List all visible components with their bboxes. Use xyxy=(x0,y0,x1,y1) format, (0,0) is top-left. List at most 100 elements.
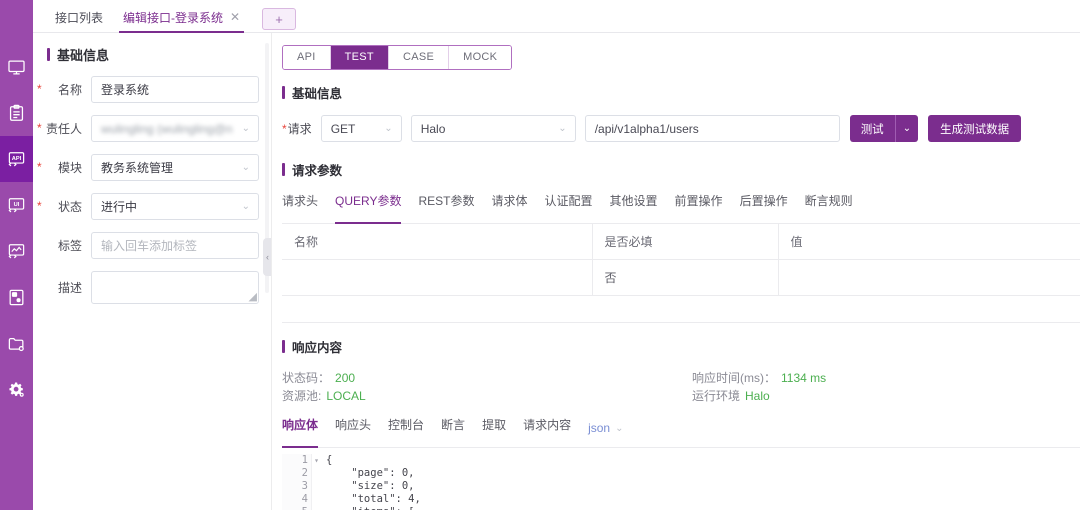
test-dropdown-button[interactable]: ⌄ xyxy=(894,115,919,142)
resource-pool-label: 资源池: xyxy=(282,389,322,403)
param-tab-post-script[interactable]: 后置操作 xyxy=(740,192,788,216)
name-input[interactable]: 登录系统 xyxy=(91,76,259,103)
run-environment-label: 运行环境 xyxy=(692,389,741,403)
response-tab-console[interactable]: 控制台 xyxy=(388,416,424,440)
window-tab-strip: 接口列表 编辑接口-登录系统 ✕ + xyxy=(33,0,1080,33)
form-row-tags: 标签 输入回车添加标签 xyxy=(33,232,271,259)
column-header-value: 值 xyxy=(778,224,1080,260)
mode-segmented-control: API TEST CASE MOCK xyxy=(282,45,513,70)
status-select[interactable]: 进行中 ⌄ xyxy=(91,193,259,220)
url-input[interactable]: /api/v1alpha1/users xyxy=(584,115,840,142)
fold-arrow-icon[interactable]: ▾ xyxy=(314,506,319,510)
cell-required[interactable]: 否 xyxy=(592,259,779,296)
code-line: { xyxy=(326,454,333,466)
app-root: API UI 接口列表 编辑接口-登录系统 ✕ + 基础信息 * 名称 登录系统… xyxy=(0,0,1080,510)
response-meta: 状态码： 200 资源池: LOCAL 响应时间(ms)： 1134 ms 运行… xyxy=(282,369,1080,405)
response-meta-right: 响应时间(ms)： 1134 ms 运行环境 Halo xyxy=(692,369,1080,405)
params-table: 名称 是否必填 值 否 xyxy=(282,224,1080,296)
window-tab-label: 编辑接口-登录系统 xyxy=(123,10,224,25)
status-code-line: 状态码： 200 xyxy=(282,369,692,387)
resource-pool-line: 资源池: LOCAL xyxy=(282,387,692,405)
window-tab-label: 接口列表 xyxy=(55,10,104,25)
owner-select-value: wulingling (wulingling@n xyxy=(101,121,233,136)
fold-arrow-icon[interactable]: ▾ xyxy=(314,454,319,467)
description-textarea[interactable]: ◢ xyxy=(91,271,259,304)
label-module: 模块 xyxy=(33,159,91,176)
response-tab-request[interactable]: 请求内容 xyxy=(523,416,571,440)
label-tags: 标签 xyxy=(57,239,82,253)
chart-icon xyxy=(7,242,26,261)
method-select[interactable]: GET ⌄ xyxy=(320,115,402,142)
form-row-module: 模块 教务系统管理 ⌄ xyxy=(33,154,271,181)
nav-performance[interactable] xyxy=(0,228,33,274)
response-time-value: 1134 ms xyxy=(781,371,827,385)
form-row-status: 状态 进行中 ⌄ xyxy=(33,193,271,220)
response-tab-body[interactable]: 响应体 xyxy=(282,416,319,448)
nav-project[interactable] xyxy=(0,320,33,366)
table-row[interactable]: 否 xyxy=(282,259,1080,296)
nav-monitor[interactable] xyxy=(0,44,33,90)
folder-icon xyxy=(7,334,26,353)
response-tab-assertions[interactable]: 断言 xyxy=(441,416,465,440)
form-row-description: 描述 ◢ xyxy=(33,271,271,304)
cell-name[interactable] xyxy=(282,259,593,296)
tab-api[interactable]: API xyxy=(283,46,331,69)
code-line-numbers: 1▾ 2 3 4 5▾ 6▾ 7▾ xyxy=(282,454,319,510)
tab-case[interactable]: CASE xyxy=(388,46,450,69)
code-line: "items": [ xyxy=(326,506,459,510)
response-meta-left: 状态码： 200 资源池: LOCAL xyxy=(282,369,692,405)
window-tab-edit-api[interactable]: 编辑接口-登录系统 ✕ xyxy=(113,1,250,33)
response-format-select[interactable]: json ⌄ xyxy=(588,421,623,435)
status-code-value: 200 xyxy=(335,371,356,385)
nav-report[interactable] xyxy=(0,274,33,320)
tags-input-placeholder: 输入回车添加标签 xyxy=(101,239,198,253)
param-tab-body[interactable]: 请求体 xyxy=(492,192,528,216)
label-name: 名称 xyxy=(33,81,91,98)
tab-test[interactable]: TEST xyxy=(330,46,389,69)
test-button[interactable]: 测试 xyxy=(849,115,895,142)
nav-clipboard[interactable] xyxy=(0,90,33,136)
line-number: 2 xyxy=(301,467,308,479)
response-tab-headers[interactable]: 响应头 xyxy=(335,416,371,440)
response-tab-extract[interactable]: 提取 xyxy=(482,416,506,440)
param-tab-query[interactable]: QUERY参数 xyxy=(335,192,402,224)
tab-mock[interactable]: MOCK xyxy=(449,46,512,69)
window-tab-api-list[interactable]: 接口列表 xyxy=(45,1,113,33)
environment-select[interactable]: Halo ⌄ xyxy=(410,115,576,142)
code-line: "page": 0, xyxy=(326,467,415,479)
settings-icon xyxy=(7,380,26,399)
param-tab-headers[interactable]: 请求头 xyxy=(282,192,318,216)
nav-ui[interactable]: UI xyxy=(0,182,33,228)
label-owner: 责任人 xyxy=(33,120,91,137)
owner-select[interactable]: wulingling (wulingling@n ⌄ xyxy=(91,115,259,142)
param-tab-pre-script[interactable]: 前置操作 xyxy=(675,192,723,216)
param-tab-other[interactable]: 其他设置 xyxy=(610,192,658,216)
nav-settings[interactable] xyxy=(0,366,33,412)
response-code-viewer[interactable]: 1▾ 2 3 4 5▾ 6▾ 7▾ { "page": 0, "size": 0 xyxy=(282,454,1080,510)
chevron-down-icon: ⌄ xyxy=(241,201,250,212)
resize-grip-icon[interactable]: ◢ xyxy=(249,290,257,303)
param-tab-assertions[interactable]: 断言规则 xyxy=(805,192,853,216)
line-number: 1 ▾ xyxy=(301,454,319,466)
request-params-title: 请求参数 xyxy=(282,160,1080,179)
status-select-value: 进行中 xyxy=(101,200,138,214)
param-tab-auth[interactable]: 认证配置 xyxy=(545,192,593,216)
left-nav-rail: API UI xyxy=(0,0,33,510)
panel-collapse-handle[interactable]: ‹ xyxy=(263,238,271,276)
main-area: 接口列表 编辑接口-登录系统 ✕ + 基础信息 名称 登录系统 责任人 xyxy=(33,0,1080,510)
tags-input[interactable]: 输入回车添加标签 xyxy=(91,232,259,259)
close-icon[interactable]: ✕ xyxy=(230,10,240,24)
param-tab-rest[interactable]: REST参数 xyxy=(418,192,474,216)
request-label: 请求 xyxy=(287,122,312,136)
response-title: 响应内容 xyxy=(282,337,1080,356)
add-tab-button[interactable]: + xyxy=(262,8,297,30)
ui-icon: UI xyxy=(7,196,26,215)
generate-test-data-button[interactable]: 生成测试数据 xyxy=(928,115,1022,142)
line-number: 4 xyxy=(301,493,308,505)
form-row-owner: 责任人 wulingling (wulingling@n ⌄ xyxy=(33,115,271,142)
name-input-value: 登录系统 xyxy=(101,83,150,97)
nav-api[interactable]: API xyxy=(0,136,33,182)
module-select[interactable]: 教务系统管理 ⌄ xyxy=(91,154,259,181)
cell-value[interactable] xyxy=(778,259,1080,296)
status-code-label: 状态码： xyxy=(282,371,331,385)
